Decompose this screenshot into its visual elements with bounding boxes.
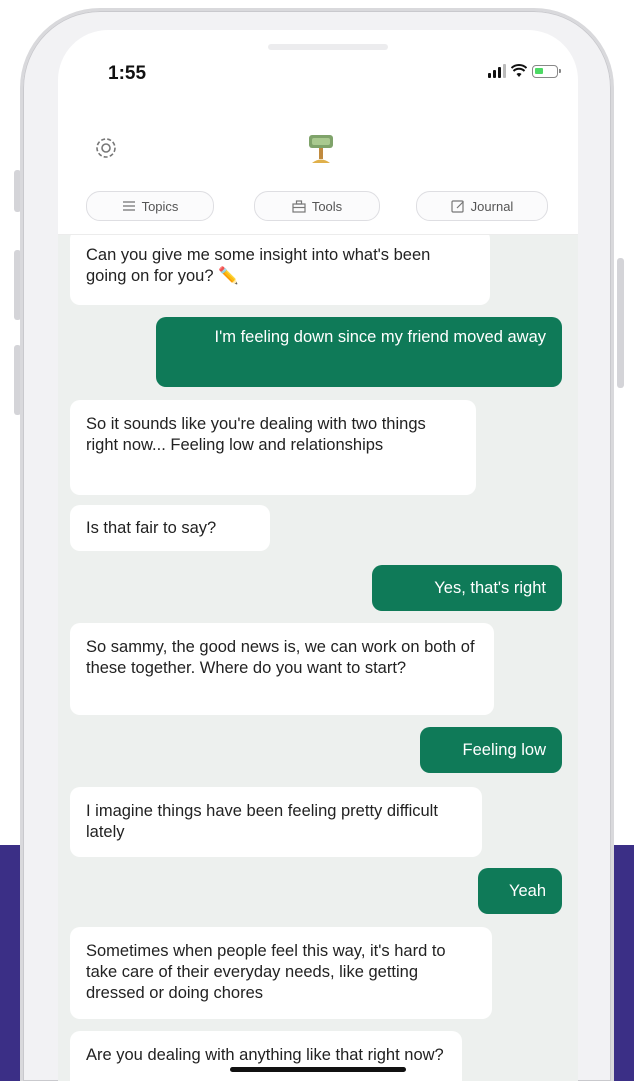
list-icon (122, 201, 135, 211)
bot-message: So sammy, the good news is, we can work … (70, 623, 494, 715)
app-logo-icon (309, 135, 333, 163)
tab-topics-label: Topics (141, 198, 179, 214)
user-message: Yes, that's right (372, 565, 562, 611)
home-indicator[interactable] (230, 1067, 406, 1072)
tab-tools[interactable]: Tools (254, 191, 380, 221)
user-message: Feeling low (420, 727, 562, 773)
tab-journal-label: Journal (470, 198, 514, 214)
signal-icon (488, 64, 506, 78)
tab-tools-label: Tools (311, 198, 343, 214)
bot-message: Can you give me some insight into what's… (70, 235, 490, 305)
app-header (58, 130, 578, 178)
chat-thread[interactable]: Can you give me some insight into what's… (58, 235, 578, 1081)
status-bar: 1:55 (58, 30, 578, 100)
bot-message: Is that fair to say? (70, 505, 270, 551)
phone-screen: 1:55 Topics Tools Journal Can you give m… (58, 30, 578, 1081)
status-icons (488, 64, 561, 78)
wifi-icon (511, 64, 527, 77)
bot-message: So it sounds like you're dealing with tw… (70, 400, 476, 495)
user-message: Yeah (478, 868, 562, 914)
tab-topics[interactable]: Topics (86, 191, 214, 221)
status-time: 1:55 (108, 63, 147, 84)
bot-message: Sometimes when people feel this way, it'… (70, 927, 492, 1019)
tab-bar: Topics Tools Journal (58, 185, 578, 235)
bot-message: Are you dealing with anything like that … (70, 1031, 462, 1081)
power-button (617, 258, 624, 388)
user-message: I'm feeling down since my friend moved a… (156, 317, 562, 387)
gear-icon[interactable] (92, 134, 120, 162)
battery-icon (532, 65, 561, 78)
toolbox-icon (292, 200, 306, 213)
bot-message: I imagine things have been feeling prett… (70, 787, 482, 857)
journal-icon (451, 200, 464, 213)
tab-journal[interactable]: Journal (416, 191, 548, 221)
